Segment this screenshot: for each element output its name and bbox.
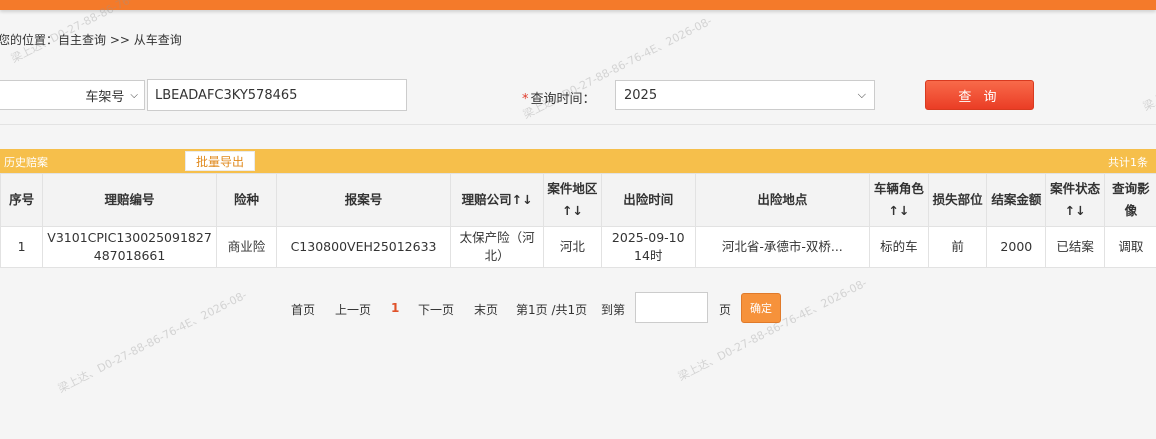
- col-header-vehicle-role[interactable]: 车辆角色↑↓: [868, 173, 929, 227]
- cell-insurance-type: 商业险: [215, 226, 278, 268]
- search-panel: 车架号 ⌵ LBEADAFC3KY578465 * 查询时间： 2025 ⌵ 查 …: [0, 66, 1156, 125]
- cell-vehicle-role: 标的车: [868, 226, 929, 268]
- col-header-company[interactable]: 理赔公司↑↓: [449, 173, 545, 227]
- chevron-down-icon: ⌵: [857, 88, 866, 101]
- query-time-select[interactable]: 2025 ⌵: [615, 80, 875, 110]
- goto-label: 到第: [601, 303, 626, 317]
- query-button[interactable]: 查 询: [925, 80, 1034, 110]
- query-time-value: 2025: [624, 87, 658, 103]
- page-unit-label: 页: [719, 303, 732, 317]
- query-type-value: 车架号: [85, 89, 125, 105]
- page-number-input[interactable]: [635, 292, 708, 323]
- top-header-bar: [0, 0, 1156, 10]
- prev-page-link[interactable]: 上一页: [335, 301, 371, 318]
- current-page[interactable]: 1: [391, 301, 399, 315]
- batch-export-button[interactable]: 批量导出: [185, 151, 255, 171]
- accident-place-text: 河北省-承德市-双桥...: [721, 239, 843, 254]
- col-header-insurance-type: 险种: [215, 173, 278, 227]
- col-header-settled-amount: 结案金额: [986, 173, 1047, 227]
- table-row: 1 V3101CPIC130025091827487018661 商业险 C13…: [0, 226, 1156, 268]
- query-time-label: * 查询时间：: [522, 88, 596, 107]
- col-header-report-no: 报案号: [276, 173, 451, 227]
- last-page-link[interactable]: 末页: [474, 301, 498, 318]
- cell-settled-amount: 2000: [986, 226, 1047, 268]
- page-info: 第1页 /共1页: [516, 303, 588, 317]
- goto-confirm-button[interactable]: 确定: [741, 293, 781, 323]
- col-header-accident-time: 出险时间: [600, 173, 696, 227]
- table-header-row: 序号 理赔编号 险种 报案号 理赔公司↑↓ 案件地区↑↓ 出险时间 出险地点 车…: [0, 173, 1156, 227]
- col-header-view-image: 查询影像: [1103, 173, 1156, 227]
- breadcrumb: 您的位置：自主查询 >> 从车查询: [0, 33, 182, 47]
- col-header-claim-no: 理赔编号: [42, 173, 217, 227]
- first-page-link[interactable]: 首页: [291, 301, 315, 318]
- col-header-case-status[interactable]: 案件状态↑↓: [1045, 173, 1105, 227]
- section-title: 历史赔案: [4, 156, 48, 169]
- col-header-index: 序号: [0, 173, 44, 227]
- cell-region: 河北: [543, 226, 602, 268]
- total-count: 共计1条: [1108, 156, 1148, 169]
- cell-claim-no: V3101CPIC130025091827487018661: [42, 226, 217, 268]
- col-header-region[interactable]: 案件地区↑↓: [543, 173, 602, 227]
- required-star: *: [522, 92, 529, 107]
- claims-table: 序号 理赔编号 险种 报案号 理赔公司↑↓ 案件地区↑↓ 出险时间 出险地点 车…: [0, 173, 1156, 268]
- view-image-link[interactable]: 调取: [1103, 226, 1156, 268]
- cell-company: 太保产险（河北）: [449, 226, 545, 268]
- col-header-damage-part: 损失部位: [927, 173, 988, 227]
- cell-accident-time: 2025-09-10 14时: [600, 226, 696, 268]
- query-time-label-text: 查询时间：: [530, 92, 596, 107]
- chevron-down-icon: ⌵: [130, 89, 138, 101]
- cell-damage-part: 前: [927, 226, 988, 268]
- query-type-select[interactable]: 车架号 ⌵: [0, 80, 145, 110]
- history-claims-bar: 历史赔案 批量导出 共计1条: [0, 149, 1156, 173]
- pagination: 首页 上一页 1 下一页 末页 第1页 /共1页 到第 页 确定: [0, 292, 1156, 324]
- cell-case-status: 已结案: [1045, 226, 1105, 268]
- vin-input[interactable]: LBEADAFC3KY578465: [147, 79, 407, 111]
- cell-index: 1: [0, 226, 44, 268]
- cell-accident-place: 河北省-承德市-双桥...: [694, 226, 870, 268]
- next-page-link[interactable]: 下一页: [418, 301, 454, 318]
- col-header-accident-place: 出险地点: [694, 173, 870, 227]
- cell-report-no: C130800VEH25012633: [276, 226, 451, 268]
